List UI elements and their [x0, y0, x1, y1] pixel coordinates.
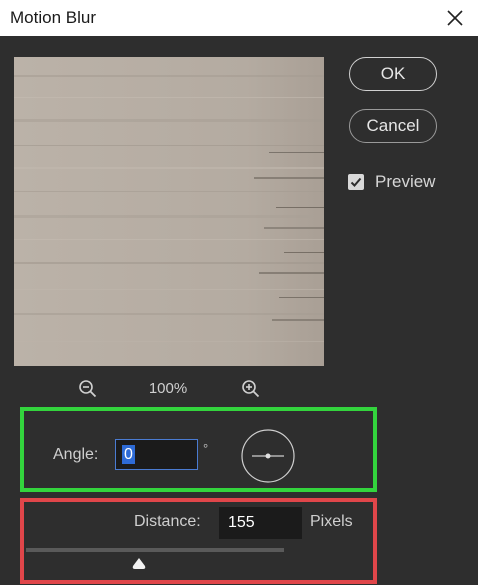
angle-value[interactable]: 0 — [122, 445, 135, 464]
checkmark-icon — [350, 177, 362, 187]
ok-button[interactable]: OK — [349, 57, 437, 91]
zoom-out-icon[interactable] — [78, 379, 98, 399]
preview-checkbox[interactable] — [348, 174, 364, 190]
zoom-in-icon[interactable] — [241, 379, 261, 399]
angle-label: Angle: — [53, 446, 99, 463]
close-icon[interactable] — [442, 5, 468, 31]
distance-highlight-box — [20, 498, 377, 584]
degree-sign: ° — [203, 441, 209, 456]
angle-dial-icon[interactable] — [240, 428, 296, 484]
dialog-title: Motion Blur — [10, 8, 96, 27]
preview-texture — [14, 57, 324, 366]
preview-image[interactable] — [14, 57, 324, 366]
distance-value[interactable]: 155 — [228, 514, 255, 532]
pixels-label: Pixels — [310, 513, 353, 530]
title-bar: Motion Blur — [0, 0, 478, 36]
distance-label: Distance: — [134, 513, 201, 530]
preview-label[interactable]: Preview — [375, 172, 435, 192]
slider-thumb-icon[interactable] — [131, 557, 147, 571]
zoom-level: 100% — [148, 380, 188, 397]
distance-slider-track[interactable] — [26, 548, 284, 552]
cancel-button[interactable]: Cancel — [349, 109, 437, 143]
